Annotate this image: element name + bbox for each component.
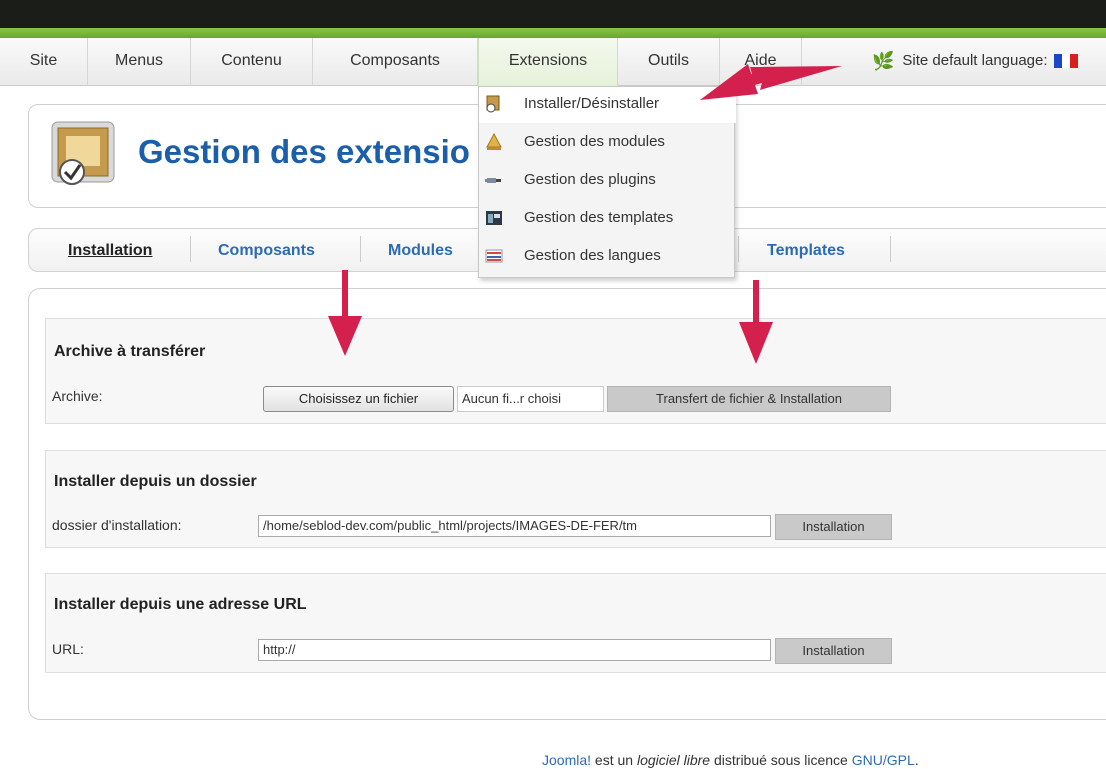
upload-install-button[interactable]: Transfert de fichier & Installation (607, 386, 891, 412)
main-menu: Site Menus Contenu Composants Extensions… (0, 38, 1106, 86)
templates-icon (486, 211, 502, 225)
folder-install-button[interactable]: Installation (775, 514, 892, 540)
menu-outils[interactable]: Outils (618, 38, 720, 86)
folder-heading: Installer depuis un dossier (54, 473, 257, 490)
modules-icon (486, 133, 502, 150)
tab-composants[interactable]: Composants (218, 242, 315, 260)
url-label: URL: (52, 641, 84, 657)
menu-extensions[interactable]: Extensions (478, 38, 618, 86)
upload-heading: Archive à transférer (54, 343, 206, 360)
extension-manager-icon (51, 121, 115, 185)
install-icon (486, 95, 500, 113)
dropdown-item-langues[interactable]: Gestion des langues (479, 239, 736, 275)
no-file-text: Aucun fi...r choisi (457, 386, 604, 412)
site-language: 🌿 Site default language: (872, 38, 1078, 86)
tab-modules[interactable]: Modules (388, 242, 453, 260)
flag-icon (1053, 54, 1062, 69)
archive-label: Archive: (52, 388, 103, 404)
top-accent-line (0, 28, 1106, 38)
languages-icon (485, 249, 503, 263)
menu-composants[interactable]: Composants (313, 38, 478, 86)
dropdown-item-templates[interactable]: Gestion des templates (479, 201, 736, 237)
url-input[interactable]: http:// (258, 639, 771, 661)
menu-contenu[interactable]: Contenu (191, 38, 313, 86)
license-link[interactable]: GNU/GPL (852, 752, 915, 768)
choose-file-button[interactable]: Choisissez un fichier (263, 386, 454, 412)
language-icon: 🌿 (872, 51, 895, 72)
admin-top-bar (0, 0, 1106, 38)
page-title: Gestion des extensio (138, 133, 470, 170)
dropdown-item-plugins[interactable]: Gestion des plugins (479, 163, 736, 199)
menu-aide[interactable]: Aide (720, 38, 802, 86)
menu-site[interactable]: Site (0, 38, 88, 86)
dropdown-item-installer[interactable]: Installer/Désinstaller (479, 87, 736, 123)
tab-installation[interactable]: Installation (68, 242, 152, 260)
folder-path-input[interactable]: /home/seblod-dev.com/public_html/project… (258, 515, 771, 537)
plugins-icon (485, 178, 501, 183)
url-install-button[interactable]: Installation (775, 638, 892, 664)
tab-templates[interactable]: Templates (767, 242, 845, 260)
language-label: Site default language: (902, 52, 1048, 69)
extensions-dropdown: Installer/Désinstaller Gestion des modul… (478, 86, 736, 278)
folder-label: dossier d'installation: (52, 517, 182, 533)
dropdown-item-modules[interactable]: Gestion des modules (479, 125, 736, 161)
joomla-link[interactable]: Joomla! (542, 752, 591, 768)
footer: Joomla! est un logiciel libre distribué … (542, 752, 919, 768)
menu-menus[interactable]: Menus (88, 38, 191, 86)
url-heading: Installer depuis une adresse URL (54, 596, 307, 613)
